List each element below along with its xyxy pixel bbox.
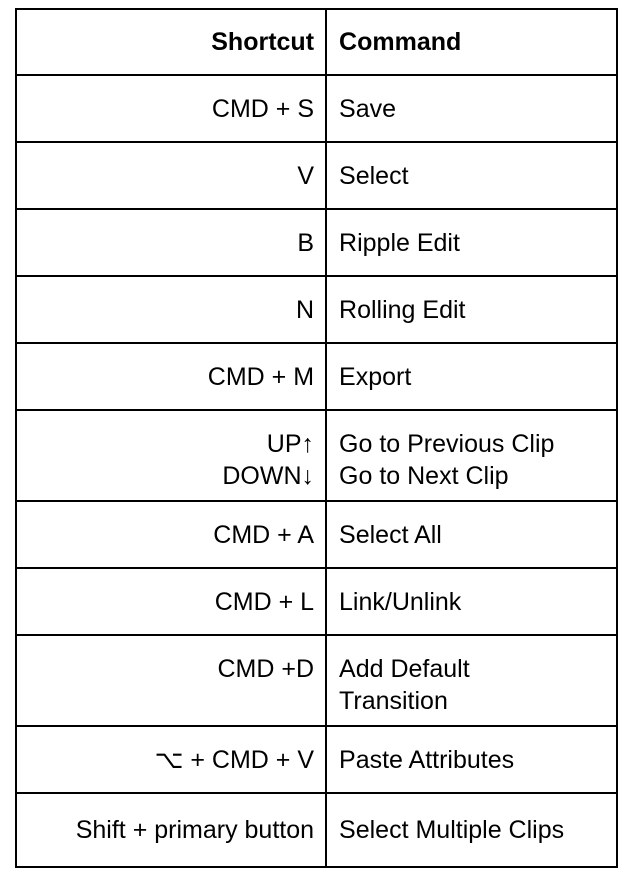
command-cell: Select [325, 141, 618, 210]
table-row: UP↑ DOWN↓ Go to Previous Clip Go to Next … [14, 409, 618, 502]
shortcut-reference-table: Shortcut Command CMD + S Save V Select B Ripp… [14, 8, 618, 868]
shortcut-cell: CMD + M [14, 342, 328, 411]
shortcut-keys: CMD + L [214, 588, 315, 616]
command-cell: Save [325, 74, 618, 143]
command-label: Ripple Edit [339, 229, 460, 257]
table-body: CMD + S Save V Select B Ripple Edit N Rolling E… [14, 74, 618, 868]
command-label: Rolling Edit [339, 296, 466, 324]
shortcut-cell: UP↑ DOWN↓ [14, 409, 328, 502]
command-cell: Go to Previous Clip Go to Next Clip [325, 409, 618, 502]
shortcut-keys: B [297, 229, 315, 257]
command-cell: Select Multiple Clips [325, 792, 618, 868]
table-row: CMD + L Link/Unlink [14, 567, 618, 636]
shortcut-cell: CMD +D [14, 634, 328, 727]
table-header-row: Shortcut Command [14, 8, 618, 76]
keyboard-shortcuts-table: Shortcut Command CMD + S Save V Select B Ripp… [14, 8, 618, 868]
command-cell: Rolling Edit [325, 275, 618, 344]
shortcut-keys: CMD + A [213, 521, 315, 549]
shortcut-cell: ⌥ + CMD + V [14, 725, 328, 794]
table-header: Shortcut Command [14, 8, 618, 76]
shortcut-cell: CMD + L [14, 567, 328, 636]
table-row: B Ripple Edit [14, 208, 618, 277]
table-row: Shift + primary button Select Multiple Cl… [14, 792, 618, 868]
table-row: CMD + S Save [14, 74, 618, 143]
command-label: Select [339, 162, 409, 190]
command-label: Go to Previous Clip Go to Next Clip [339, 430, 555, 490]
command-cell: Export [325, 342, 618, 411]
shortcut-keys: Shift + primary button [75, 816, 315, 844]
table-row: V Select [14, 141, 618, 210]
column-header-command: Command [325, 8, 618, 76]
command-cell: Select All [325, 500, 618, 569]
shortcut-keys: CMD +D [217, 655, 315, 683]
command-label: Save [339, 95, 397, 123]
shortcut-cell: B [14, 208, 328, 277]
shortcut-keys: ⌥ + CMD + V [154, 746, 315, 774]
shortcut-cell: Shift + primary button [14, 792, 328, 868]
column-header-command-label: Command [339, 28, 462, 56]
command-label: Export [339, 363, 412, 391]
table-row: CMD + M Export [14, 342, 618, 411]
shortcut-keys: CMD + M [207, 363, 315, 391]
command-cell: Link/Unlink [325, 567, 618, 636]
column-header-shortcut-label: Shortcut [211, 28, 315, 56]
shortcut-cell: N [14, 275, 328, 344]
command-cell: Ripple Edit [325, 208, 618, 277]
shortcut-keys: CMD + S [211, 95, 315, 123]
command-label: Paste Attributes [339, 746, 515, 774]
shortcut-keys: V [297, 162, 315, 190]
command-label: Select Multiple Clips [339, 816, 565, 844]
command-label: Add Default Transition [339, 655, 470, 715]
table-row: ⌥ + CMD + V Paste Attributes [14, 725, 618, 794]
command-cell: Add Default Transition [325, 634, 618, 727]
shortcut-cell: CMD + A [14, 500, 328, 569]
shortcut-cell: CMD + S [14, 74, 328, 143]
table-row: CMD +D Add Default Transition [14, 634, 618, 727]
command-cell: Paste Attributes [325, 725, 618, 794]
shortcut-cell: V [14, 141, 328, 210]
command-label: Select All [339, 521, 442, 549]
shortcut-keys: UP↑ DOWN↓ [222, 430, 315, 490]
command-label: Link/Unlink [339, 588, 462, 616]
table-row: N Rolling Edit [14, 275, 618, 344]
table-row: CMD + A Select All [14, 500, 618, 569]
shortcut-keys: N [295, 296, 315, 324]
column-header-shortcut: Shortcut [14, 8, 328, 76]
